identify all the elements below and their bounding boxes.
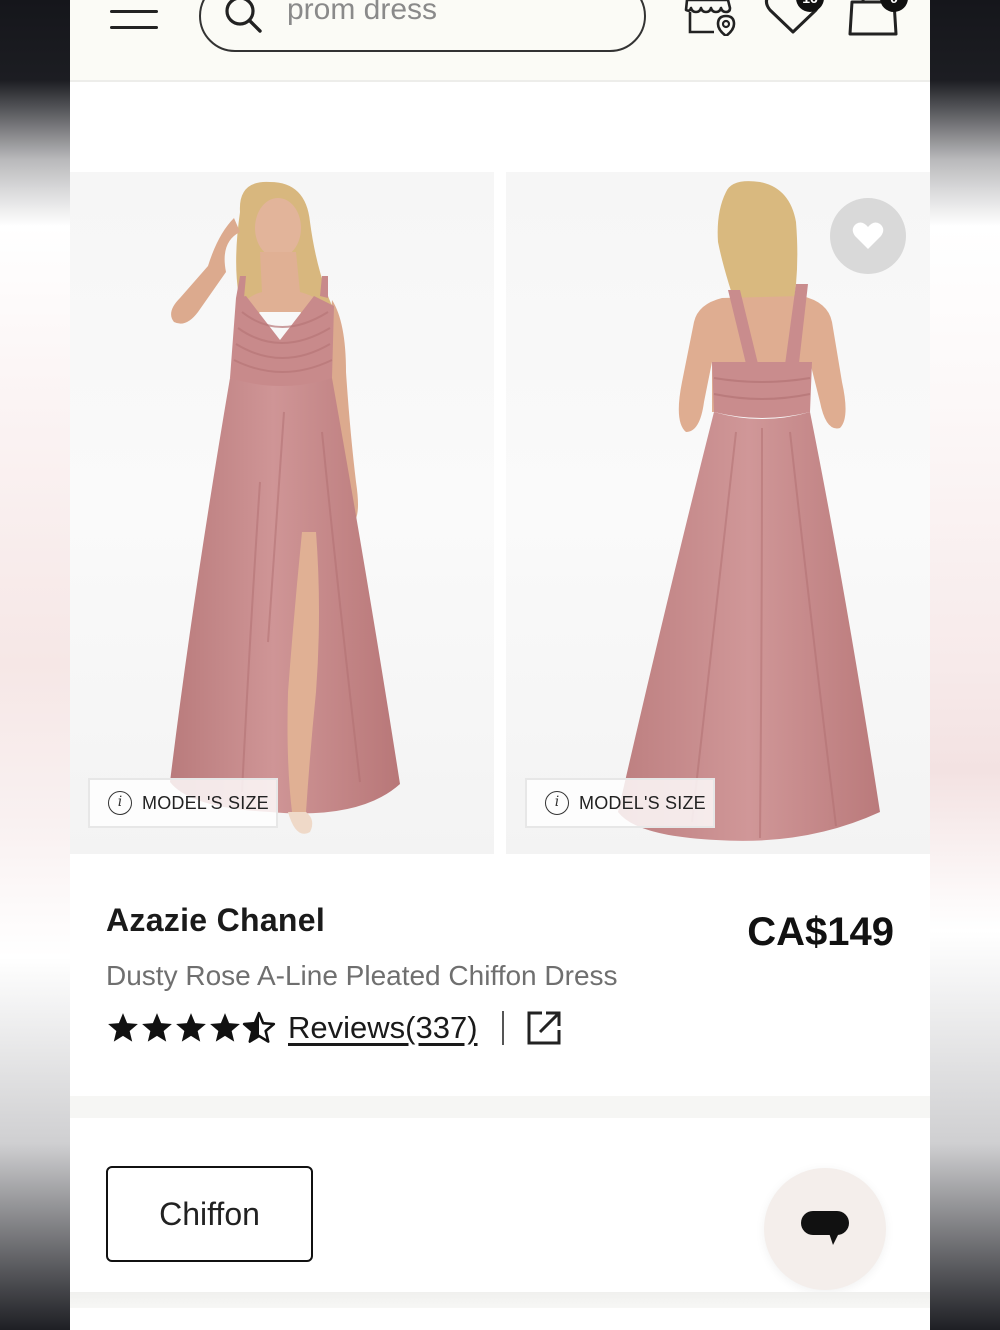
background-left-blur: [0, 0, 70, 1330]
product-price: CA$149: [747, 910, 894, 954]
reviews-link[interactable]: Reviews(337): [288, 1010, 478, 1046]
star-half-icon: [242, 1011, 276, 1043]
star-full-icon: [210, 1013, 240, 1042]
model-size-label: MODEL'S SIZE: [142, 792, 269, 813]
fabric-option-button[interactable]: Chiffon: [106, 1166, 313, 1262]
search-input[interactable]: [287, 0, 607, 30]
external-link-icon[interactable]: [526, 1010, 562, 1046]
rating-row: Reviews(337): [106, 1008, 562, 1048]
dress-front-illustration: [170, 181, 400, 834]
product-brand: Azazie Chanel: [106, 902, 326, 938]
star-full-icon: [142, 1013, 172, 1042]
info-icon: i: [545, 791, 569, 815]
star-full-icon: [176, 1013, 206, 1042]
divider: [501, 1011, 504, 1045]
heart-icon: [852, 222, 884, 249]
product-gallery[interactable]: i MODEL'S SIZE i MODEL'S SIZE: [70, 172, 930, 854]
product-photo-back[interactable]: i MODEL'S SIZE: [506, 172, 930, 854]
model-size-button-back[interactable]: i MODEL'S SIZE: [525, 778, 715, 828]
chat-bubble-icon: [801, 1211, 849, 1245]
model-size-button-front[interactable]: i MODEL'S SIZE: [88, 778, 278, 828]
background-right-blur: [930, 0, 1000, 1330]
search-bar[interactable]: [199, 0, 646, 52]
rating-stars: [106, 1011, 276, 1045]
chat-button[interactable]: [764, 1168, 886, 1290]
section-divider: [70, 1096, 930, 1118]
dress-back-illustration: [618, 181, 880, 841]
menu-icon[interactable]: [110, 6, 158, 30]
add-to-favorites-button[interactable]: [830, 198, 906, 274]
section-divider: [70, 1292, 930, 1308]
search-icon: [225, 0, 262, 33]
app-viewport: 16 0: [70, 0, 930, 1330]
store-locator-icon[interactable]: [684, 0, 738, 36]
product-name: Dusty Rose A-Line Pleated Chiffon Dress: [106, 960, 618, 991]
product-photo-front[interactable]: i MODEL'S SIZE: [70, 172, 494, 854]
star-full-icon: [108, 1013, 138, 1042]
info-icon: i: [108, 791, 132, 815]
top-header: 16 0: [70, 0, 930, 82]
model-size-label: MODEL'S SIZE: [579, 792, 706, 813]
